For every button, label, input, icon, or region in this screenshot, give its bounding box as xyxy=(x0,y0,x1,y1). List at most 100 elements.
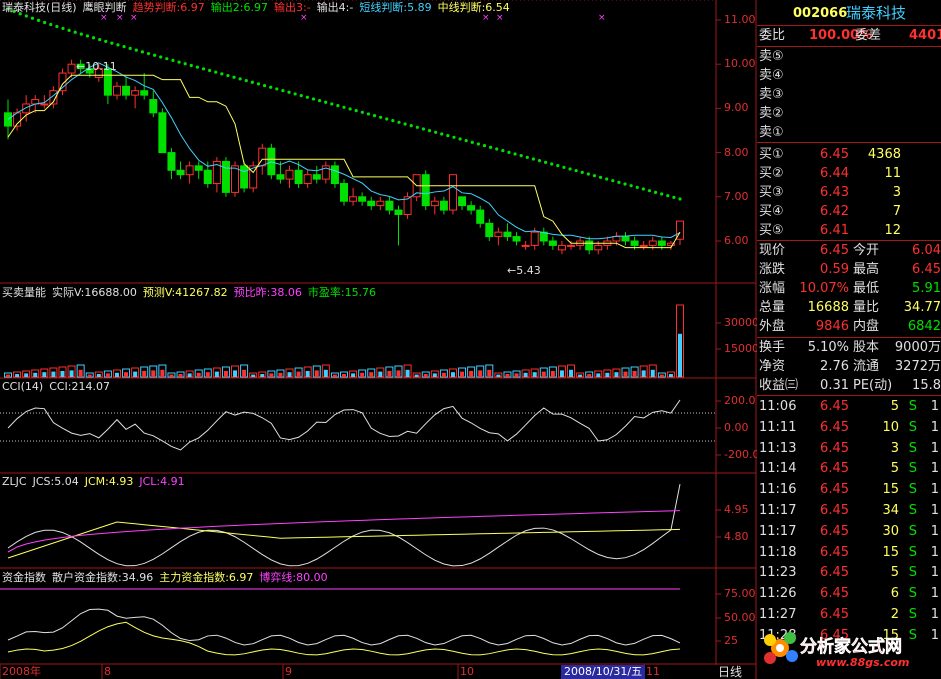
tick-row-cell: 11:26 xyxy=(759,586,797,602)
volume-bar-inner xyxy=(487,369,492,377)
candle-body xyxy=(557,244,566,251)
tick-row-cell: 6.45 xyxy=(820,544,849,560)
tick-row-cell: 6.45 xyxy=(820,565,849,581)
header-item: 输出2:6.97 xyxy=(210,1,268,14)
volume-bar-inner xyxy=(305,371,310,377)
header-item: 资金指数 xyxy=(2,571,46,584)
volume-bar-inner xyxy=(196,372,201,377)
bid-row-cell: 买⑤ xyxy=(759,223,784,238)
bid-row-cell: 4368 xyxy=(867,147,901,162)
header-item: 输出3:- xyxy=(274,1,311,14)
candle-body xyxy=(594,244,603,251)
header-item: 实际V:16688.00 xyxy=(52,286,137,299)
trend-dot xyxy=(269,85,273,89)
trend-dot xyxy=(440,132,444,136)
bid-row: 买④ 6.42 7 xyxy=(757,202,941,221)
bid-row: 买② 6.44 11 xyxy=(757,164,941,183)
header-item: 主力资金指数:6.97 xyxy=(159,571,254,584)
volume-bar-inner xyxy=(460,371,465,377)
y-tick-label: 0.00 xyxy=(724,421,749,434)
candle-body xyxy=(131,90,140,96)
candle-body xyxy=(221,160,230,193)
trend-dot xyxy=(421,127,426,131)
ask-row-cell: 卖① xyxy=(759,125,784,140)
logo-url: www.88gs.com xyxy=(816,656,910,669)
trend-dot xyxy=(183,62,187,66)
stat-row-cell: 6842 xyxy=(907,319,941,334)
tick-row-cell: S xyxy=(908,419,917,435)
stock-code: 002066 xyxy=(793,6,848,21)
candle-body xyxy=(194,165,203,171)
candle-body xyxy=(312,174,321,180)
trend-dot xyxy=(208,68,212,73)
volume-bar-inner xyxy=(96,374,101,377)
tick-row-cell: 11:11 xyxy=(759,419,797,435)
stat2-row: 换手 5.10% 股本 9000万 xyxy=(757,338,941,357)
volume-bar-inner xyxy=(178,374,183,377)
stat2-row-cell: 净资 xyxy=(759,359,786,374)
y-tick-label: 4.95 xyxy=(724,503,749,516)
candle-body xyxy=(467,205,476,211)
stat-row-cell: 最高 xyxy=(853,262,880,277)
header-item: 趋势判断:6.97 xyxy=(132,1,205,14)
volume-bar-inner xyxy=(42,372,47,377)
candle-body xyxy=(612,236,621,242)
bid-row-cell: 买① xyxy=(759,147,784,162)
y-tick-label: 7.00 xyxy=(724,189,749,203)
volume-bar-inner xyxy=(541,371,546,377)
tick-row-cell: S xyxy=(908,586,917,602)
volume-bar-inner xyxy=(60,371,65,377)
trend-dot xyxy=(30,16,35,20)
trend-dot xyxy=(348,107,352,111)
bid-row-cell: 6.41 xyxy=(820,223,849,238)
trend-dot xyxy=(281,88,285,93)
stat2-row-cell: 3272万 xyxy=(894,359,941,374)
stat-row-cell: 5.91 xyxy=(912,281,941,296)
candle-body xyxy=(303,174,312,185)
candle-body xyxy=(385,200,394,211)
trend-dot xyxy=(171,58,175,62)
volume-bar-inner xyxy=(251,374,256,377)
stat2-row-cell: 2.76 xyxy=(820,359,849,374)
tick-row: 11:16 6.45 15 S 1 xyxy=(757,480,941,499)
trend-dot xyxy=(525,155,529,159)
volume-panel-header: 买卖量能 实际V:16688.00 预测V:41267.82 预比昨:38.06 市盈率… xyxy=(2,286,382,300)
stat-row-cell: 今开 xyxy=(853,243,880,258)
volume-bar-inner xyxy=(342,374,346,377)
volume-bar-inner xyxy=(632,371,637,377)
trend-dot xyxy=(586,172,590,176)
tick-row: 11:23 6.45 5 S 1 xyxy=(757,563,941,582)
trend-dot xyxy=(146,51,151,56)
signal-marker: × xyxy=(598,13,606,23)
header-item: 博弈线:80.00 xyxy=(259,571,328,584)
bid-row-cell: 3 xyxy=(892,185,901,200)
candle-body xyxy=(458,196,467,207)
trend-dot xyxy=(250,80,254,84)
volume-bar-inner xyxy=(678,333,682,377)
volume-bar-inner xyxy=(432,373,437,377)
volume-bar-inner xyxy=(242,369,247,377)
header-item: 预测V:41267.82 xyxy=(142,286,228,299)
candle-body xyxy=(149,99,158,114)
volume-bar-inner xyxy=(105,373,110,377)
trend-dot xyxy=(550,162,554,166)
trend-dot xyxy=(36,18,41,22)
stat-row-cell: 0.59 xyxy=(820,262,849,277)
stat-row-cell: 10.07% xyxy=(799,281,849,296)
bid-row-cell: 6.45 xyxy=(820,147,849,162)
trend-dot xyxy=(519,154,523,158)
y-tick-label: 10.00 xyxy=(724,57,756,71)
volume-bar-inner xyxy=(314,370,319,377)
stat-row: 总量 16688 量比 34.77 xyxy=(757,298,941,317)
trend-dot xyxy=(482,144,487,148)
volume-bar-inner xyxy=(223,371,228,377)
header-item: JCM:4.93 xyxy=(84,475,134,488)
medium-line xyxy=(7,74,681,249)
y-tick-label: 25 xyxy=(724,634,738,647)
trend-dot xyxy=(507,150,511,154)
candle-body xyxy=(285,169,294,180)
period-tab-daily[interactable]: 日线 xyxy=(718,665,742,679)
candle-body xyxy=(294,169,303,185)
trend-dot xyxy=(201,67,206,71)
stat2-row-cell: 0.31 xyxy=(820,378,849,393)
